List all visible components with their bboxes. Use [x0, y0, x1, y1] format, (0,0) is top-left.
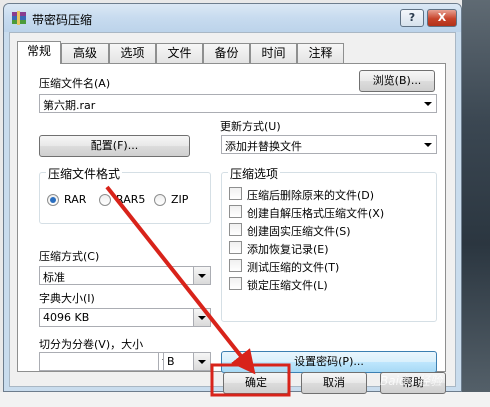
cancel-button[interactable]: 取消	[301, 372, 367, 394]
sfx-checkbox[interactable]	[229, 205, 242, 218]
update-mode-combo[interactable]: 添加并替换文件	[221, 135, 437, 154]
tab-comment[interactable]: 注释	[297, 43, 344, 63]
format-zip-radio[interactable]	[154, 194, 166, 206]
format-rar-radio[interactable]	[47, 194, 59, 206]
lock-archive-label: 锁定压缩文件(L)	[247, 279, 328, 292]
set-password-button[interactable]: 设置密码(P)...	[221, 351, 437, 373]
lock-archive-checkbox[interactable]	[229, 277, 242, 290]
close-button[interactable]: X	[427, 9, 457, 27]
dictionary-size-value: 4096 KB	[43, 311, 90, 324]
format-rar5-radio[interactable]	[99, 194, 111, 206]
test-files-label: 测试压缩的文件(T)	[247, 261, 340, 274]
chevron-down-icon	[198, 360, 206, 364]
archive-name-value: 第六期.rar	[43, 99, 96, 112]
format-rar-label: RAR	[64, 193, 87, 206]
format-zip-label: ZIP	[171, 193, 189, 206]
chevron-down-icon	[198, 316, 206, 320]
compression-method-value: 标准	[43, 271, 65, 284]
general-tab-page: 压缩文件名(A) 浏览(B)... 第六期.rar 更新方式(U) 配置(F).…	[17, 63, 446, 373]
archive-options-group: 压缩选项 压缩后删除原来的文件(D) 创建自解压格式压缩文件(X) 创建固实压缩…	[221, 165, 437, 322]
compression-method-combo[interactable]: 标准	[39, 266, 211, 285]
compression-method-label: 压缩方式(C)	[39, 250, 100, 263]
archive-format-title: 压缩文件格式	[46, 165, 123, 182]
chevron-down-icon	[198, 274, 206, 278]
archive-options-title: 压缩选项	[228, 165, 281, 182]
archive-name-combo[interactable]: 第六期.rar	[39, 94, 437, 113]
update-mode-value: 添加并替换文件	[225, 140, 302, 153]
recovery-record-checkbox[interactable]	[229, 241, 242, 254]
tab-time[interactable]: 时间	[250, 43, 297, 63]
archive-format-group: 压缩文件格式 RAR RAR5 ZIP	[39, 165, 211, 224]
tab-general[interactable]: 常规	[17, 41, 61, 64]
dictionary-size-label: 字典大小(I)	[39, 292, 95, 305]
update-mode-label: 更新方式(U)	[220, 120, 281, 133]
tab-files[interactable]: 文件	[156, 43, 203, 63]
sfx-label: 创建自解压格式压缩文件(X)	[247, 207, 385, 220]
profiles-button[interactable]: 配置(F)...	[39, 135, 190, 157]
chevron-down-icon	[424, 143, 432, 147]
recovery-record-label: 添加恢复记录(E)	[247, 243, 329, 256]
ok-button[interactable]: 确定	[223, 372, 289, 394]
help-title-button[interactable]: ?	[400, 9, 424, 27]
solid-archive-label: 创建固实压缩文件(S)	[247, 225, 351, 238]
tab-advanced[interactable]: 高级	[61, 43, 109, 63]
desktop-strip	[0, 392, 490, 407]
dictionary-size-combo[interactable]: 4096 KB	[39, 308, 211, 327]
desktop-background	[462, 0, 490, 407]
split-size-input[interactable]	[39, 352, 159, 371]
test-files-checkbox[interactable]	[229, 259, 242, 272]
archive-name-label: 压缩文件名(A)	[39, 77, 111, 90]
window-title: 带密码压缩	[32, 13, 93, 27]
split-unit-value: B	[167, 355, 175, 368]
dialog-client: 常规 高级 选项 文件 备份 时间 注释 压缩文件名(A) 浏览(B)... 第…	[9, 32, 456, 394]
winrar-app-icon	[11, 11, 27, 25]
tab-options[interactable]: 选项	[109, 43, 156, 63]
solid-archive-checkbox[interactable]	[229, 223, 242, 236]
browse-button[interactable]: 浏览(B)...	[359, 70, 435, 92]
split-volumes-label: 切分为分卷(V)，大小	[39, 338, 144, 351]
watermark: Baidu 经验	[380, 374, 442, 388]
format-rar5-label: RAR5	[116, 193, 146, 206]
archive-dialog: 带密码压缩 ? X 常规 高级 选项 文件 备份 时间 注释 压缩文件名(A) …	[3, 3, 462, 394]
delete-files-checkbox[interactable]	[229, 187, 242, 200]
title-bar[interactable]: 带密码压缩 ? X	[4, 4, 461, 32]
chevron-down-icon	[424, 102, 432, 106]
split-unit-combo[interactable]: B	[163, 352, 211, 371]
tab-backup[interactable]: 备份	[203, 43, 250, 63]
delete-files-label: 压缩后删除原来的文件(D)	[247, 189, 375, 202]
